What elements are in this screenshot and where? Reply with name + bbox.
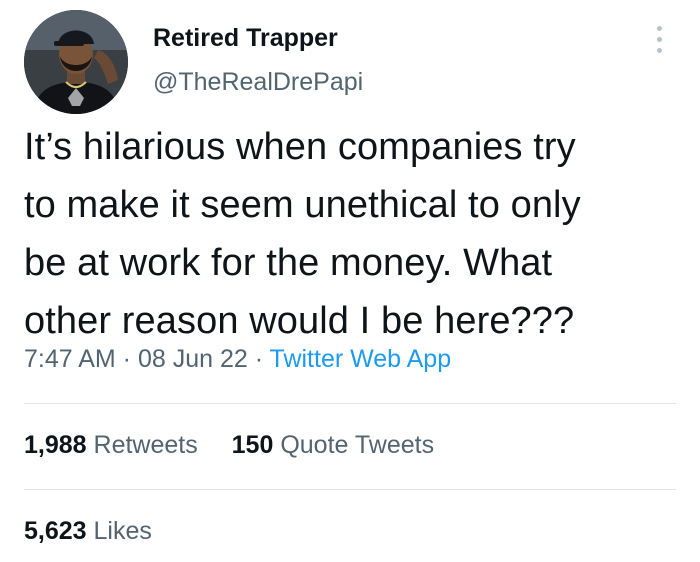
engagement-stats: 1,988 Retweets 150 Quote Tweets [24, 431, 434, 460]
likes-label: Likes [93, 517, 152, 545]
tweet-metadata: 7:47 AM · 08 Jun 22 · Twitter Web App [24, 345, 451, 374]
retweets-stat[interactable]: 1,988 Retweets [24, 431, 198, 459]
more-dot [657, 37, 662, 42]
tweet-date[interactable]: 08 Jun 22 [138, 345, 248, 373]
more-dot [657, 48, 662, 53]
retweets-label: Retweets [93, 431, 198, 459]
tweet-text: It’s hilarious when companies try to mak… [24, 126, 581, 342]
meta-separator: · [247, 345, 270, 373]
tweet-source-link[interactable]: Twitter Web App [270, 345, 452, 373]
avatar[interactable] [24, 10, 128, 114]
tweet-card: Retired Trapper @TheRealDrePapi It’s hil… [0, 0, 700, 562]
meta-separator: · [115, 345, 138, 373]
quote-tweets-stat[interactable]: 150 Quote Tweets [232, 431, 434, 459]
more-horizontal-icon[interactable] [650, 24, 670, 56]
retweets-count: 1,988 [24, 431, 87, 459]
avatar-image [24, 10, 128, 114]
user-handle[interactable]: @TheRealDrePapi [153, 68, 363, 97]
likes-stats: 5,623 Likes [24, 517, 152, 546]
divider [24, 403, 676, 404]
likes-count: 5,623 [24, 517, 87, 545]
quote-tweets-count: 150 [231, 431, 274, 459]
tweet-time[interactable]: 7:47 AM [24, 345, 116, 373]
quote-tweets-label: Quote Tweets [280, 431, 435, 459]
likes-stat[interactable]: 5,623 Likes [24, 517, 152, 545]
display-name[interactable]: Retired Trapper [153, 24, 338, 53]
divider [24, 489, 676, 490]
more-dot [657, 26, 662, 31]
